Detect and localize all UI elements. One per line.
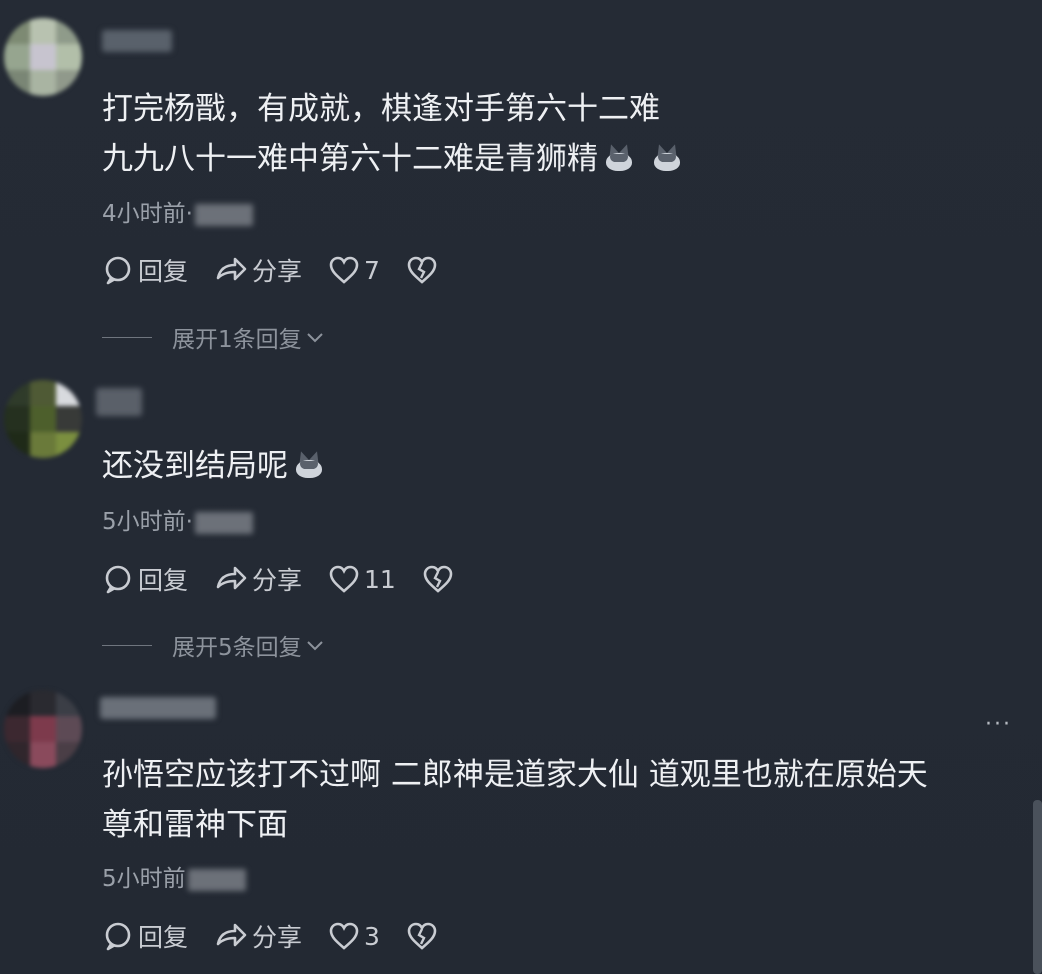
like-count: 11: [364, 564, 396, 594]
divider-line: [102, 336, 152, 338]
share-button[interactable]: 分享: [214, 918, 302, 954]
expand-replies-label: 展开1条回复: [172, 327, 302, 353]
comment-actions: 回复 分享 3: [102, 918, 464, 954]
share-label: 分享: [252, 257, 303, 286]
location-redacted: [194, 203, 253, 226]
comment-text: 孙悟空应该打不过啊 二郎神是道家大仙 道观里也就在原始天 尊和雷神下面: [102, 750, 928, 850]
expand-replies[interactable]: 展开5条回复: [102, 628, 326, 662]
dislike-button[interactable]: [406, 255, 438, 285]
comment-line: 孙悟空应该打不过啊 二郎神是道家大仙 道观里也就在原始天: [102, 757, 928, 793]
more-options-button[interactable]: ···: [985, 712, 1012, 737]
comment-actions: 回复 分享 7: [102, 252, 464, 288]
dislike-button[interactable]: [406, 921, 438, 951]
reply-label: 回复: [138, 257, 189, 286]
share-label: 分享: [252, 923, 303, 952]
expand-replies-label: 展开5条回复: [172, 635, 302, 661]
heart-icon: [329, 565, 359, 593]
comment-meta: 4小时前·: [102, 194, 253, 228]
divider-line: [102, 644, 152, 646]
location-redacted: [194, 511, 253, 534]
comment-list: 打完杨戬，有成就，棋逢对手第六十二难 九九八十一难中第六十二难是青狮精 4小时前…: [0, 0, 1042, 974]
timestamp: 5小时前: [102, 866, 186, 892]
like-count: 7: [364, 255, 380, 285]
comment-line: 尊和雷神下面: [102, 807, 288, 843]
reply-button[interactable]: 回复: [102, 918, 188, 954]
username-redacted[interactable]: [96, 388, 142, 416]
share-arrow-icon: [216, 923, 247, 947]
expand-replies[interactable]: 展开1条回复: [102, 320, 326, 354]
like-button[interactable]: 7: [328, 255, 380, 285]
share-button[interactable]: 分享: [214, 252, 302, 288]
share-label: 分享: [252, 566, 303, 595]
reply-button[interactable]: 回复: [102, 252, 188, 288]
comment-bubble-icon: [105, 565, 131, 594]
comment-bubble-icon: [105, 922, 131, 951]
heart-icon: [329, 256, 359, 284]
chevron-down-icon: [306, 641, 323, 651]
broken-heart-icon: [407, 922, 437, 950]
avatar[interactable]: [4, 690, 82, 768]
share-button[interactable]: 分享: [214, 561, 302, 597]
comment-actions: 回复 分享 11: [102, 561, 480, 597]
broken-heart-icon: [423, 565, 453, 593]
location-redacted: [187, 868, 246, 891]
username-redacted[interactable]: [100, 697, 216, 719]
reply-label: 回复: [138, 923, 189, 952]
comment-text: 打完杨戬，有成就，棋逢对手第六十二难 九九八十一难中第六十二难是青狮精: [102, 84, 682, 184]
comment-bubble-icon: [105, 256, 131, 285]
comment-text: 还没到结局呢: [102, 441, 324, 491]
wolf-emoji: [652, 142, 682, 173]
share-arrow-icon: [216, 257, 247, 281]
wolf-emoji: [604, 142, 634, 173]
heart-icon: [329, 922, 359, 950]
username-redacted[interactable]: [102, 30, 172, 52]
wolf-emoji: [294, 449, 324, 480]
reply-button[interactable]: 回复: [102, 561, 188, 597]
timestamp: 4小时前·: [102, 201, 193, 227]
like-count: 3: [364, 921, 380, 951]
scrollbar[interactable]: [1033, 800, 1042, 974]
chevron-down-icon: [306, 333, 323, 343]
avatar[interactable]: [4, 380, 82, 458]
timestamp: 5小时前·: [102, 509, 193, 535]
more-options-icon: ···: [985, 712, 1012, 737]
share-arrow-icon: [216, 566, 247, 590]
comment-line: 打完杨戬，有成就，棋逢对手第六十二难: [102, 91, 660, 127]
avatar[interactable]: [4, 18, 82, 96]
comment-meta: 5小时前: [102, 859, 246, 893]
comment-meta: 5小时前·: [102, 502, 253, 536]
comment-line: 九九八十一难中第六十二难是青狮精: [102, 134, 682, 184]
like-button[interactable]: 11: [328, 564, 396, 594]
dislike-button[interactable]: [422, 564, 454, 594]
reply-label: 回复: [138, 566, 189, 595]
comment-line: 还没到结局呢: [102, 441, 324, 491]
like-button[interactable]: 3: [328, 921, 380, 951]
broken-heart-icon: [407, 256, 437, 284]
